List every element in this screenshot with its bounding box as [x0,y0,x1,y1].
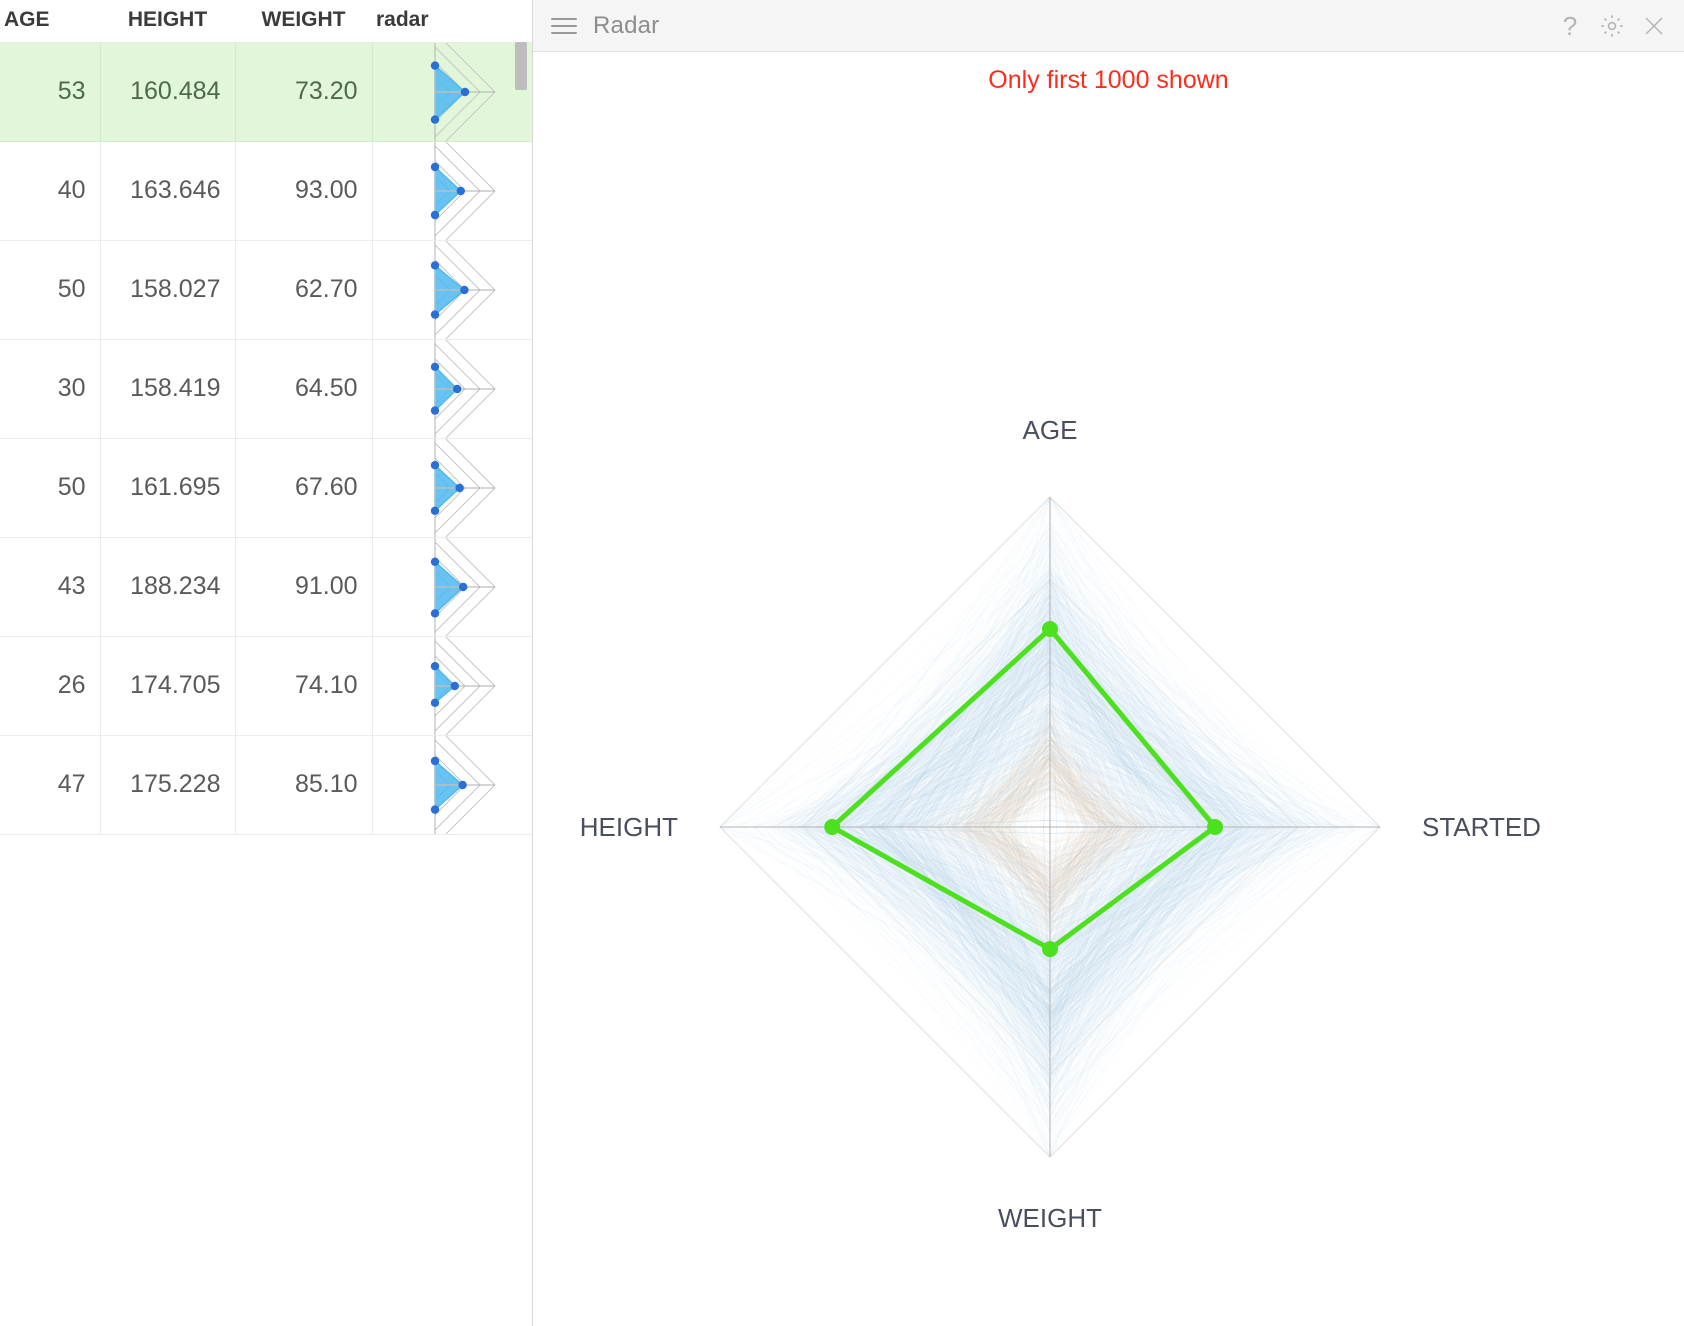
axis-label-weight: WEIGHT [998,1203,1102,1233]
cell-weight[interactable]: 64.50 [235,339,372,438]
table-row[interactable]: 53160.48473.20 [0,42,533,141]
axis-label-height: HEIGHT [580,812,678,842]
sparkline-radar [393,240,534,339]
cell-radar-sparkline[interactable] [372,42,533,141]
radar-panel: Radar ? Only first 1000 shown [533,0,1684,1326]
cell-age[interactable]: 26 [0,636,100,735]
highlight-point-age[interactable] [1042,621,1058,637]
sparkline-radar [393,735,534,834]
cell-weight[interactable]: 74.10 [235,636,372,735]
cell-weight[interactable]: 62.70 [235,240,372,339]
cell-weight[interactable]: 85.10 [235,735,372,834]
cell-height[interactable]: 158.419 [100,339,235,438]
table-row[interactable]: 43188.23491.00 [0,537,533,636]
column-header-age[interactable]: AGE [0,0,100,42]
axis-label-started: STARTED [1422,812,1541,842]
table-row[interactable]: 30158.41964.50 [0,339,533,438]
table-body: 53160.48473.2040163.64693.0050158.02762.… [0,42,533,834]
cell-age[interactable]: 50 [0,240,100,339]
cell-height[interactable]: 158.027 [100,240,235,339]
cell-radar-sparkline[interactable] [372,636,533,735]
cell-age[interactable]: 53 [0,42,100,141]
cell-weight[interactable]: 91.00 [235,537,372,636]
axis-label-age: AGE [1023,415,1078,445]
cell-radar-sparkline[interactable] [372,240,533,339]
sparkline-radar [393,339,534,438]
cell-age[interactable]: 30 [0,339,100,438]
cell-radar-sparkline[interactable] [372,339,533,438]
data-table: AGE HEIGHT WEIGHT radar 53160.48473.2040… [0,0,533,835]
cell-radar-sparkline[interactable] [372,141,533,240]
help-icon[interactable]: ? [1556,13,1584,39]
gear-icon[interactable] [1598,13,1626,39]
radar-chart[interactable]: AGE STARTED WEIGHT HEIGHT [533,52,1684,1326]
close-icon[interactable] [1640,14,1668,38]
cell-radar-sparkline[interactable] [372,537,533,636]
cell-weight[interactable]: 93.00 [235,141,372,240]
sparkline-radar [393,141,534,240]
table-scrollbar-thumb[interactable] [515,42,527,90]
cell-height[interactable]: 160.484 [100,42,235,141]
table-row[interactable]: 47175.22885.10 [0,735,533,834]
cell-height[interactable]: 163.646 [100,141,235,240]
panel-header: Radar ? [533,0,1684,52]
data-table-pane[interactable]: AGE HEIGHT WEIGHT radar 53160.48473.2040… [0,0,533,1326]
cell-age[interactable]: 47 [0,735,100,834]
cell-radar-sparkline[interactable] [372,438,533,537]
table-row[interactable]: 50161.69567.60 [0,438,533,537]
table-row[interactable]: 40163.64693.00 [0,141,533,240]
cell-radar-sparkline[interactable] [372,735,533,834]
panel-title: Radar [593,12,659,40]
table-row[interactable]: 50158.02762.70 [0,240,533,339]
highlight-point-weight[interactable] [1042,941,1058,957]
table-header-row: AGE HEIGHT WEIGHT radar [0,0,533,42]
cell-weight[interactable]: 73.20 [235,42,372,141]
cell-height[interactable]: 188.234 [100,537,235,636]
sparkline-radar [393,42,534,141]
cell-age[interactable]: 50 [0,438,100,537]
table-row[interactable]: 26174.70574.10 [0,636,533,735]
radar-grid [720,497,1380,1157]
sparkline-radar [393,537,534,636]
panel-header-tools: ? [1556,13,1668,39]
sparkline-radar [393,438,534,537]
cell-height[interactable]: 174.705 [100,636,235,735]
cell-height[interactable]: 175.228 [100,735,235,834]
column-header-radar[interactable]: radar [372,0,533,42]
cell-height[interactable]: 161.695 [100,438,235,537]
cell-age[interactable]: 43 [0,537,100,636]
table-header: AGE HEIGHT WEIGHT radar [0,0,533,42]
cell-weight[interactable]: 67.60 [235,438,372,537]
radar-chart-svg[interactable]: AGE STARTED WEIGHT HEIGHT [533,52,1684,1326]
cell-age[interactable]: 40 [0,141,100,240]
column-header-height[interactable]: HEIGHT [100,0,235,42]
highlight-point-started[interactable] [1207,819,1223,835]
hamburger-icon[interactable] [551,16,577,36]
column-header-weight[interactable]: WEIGHT [235,0,372,42]
sparkline-radar [393,636,534,735]
highlight-point-height[interactable] [824,819,840,835]
table-scrollbar[interactable] [515,42,527,1326]
app-root: AGE HEIGHT WEIGHT radar 53160.48473.2040… [0,0,1684,1326]
